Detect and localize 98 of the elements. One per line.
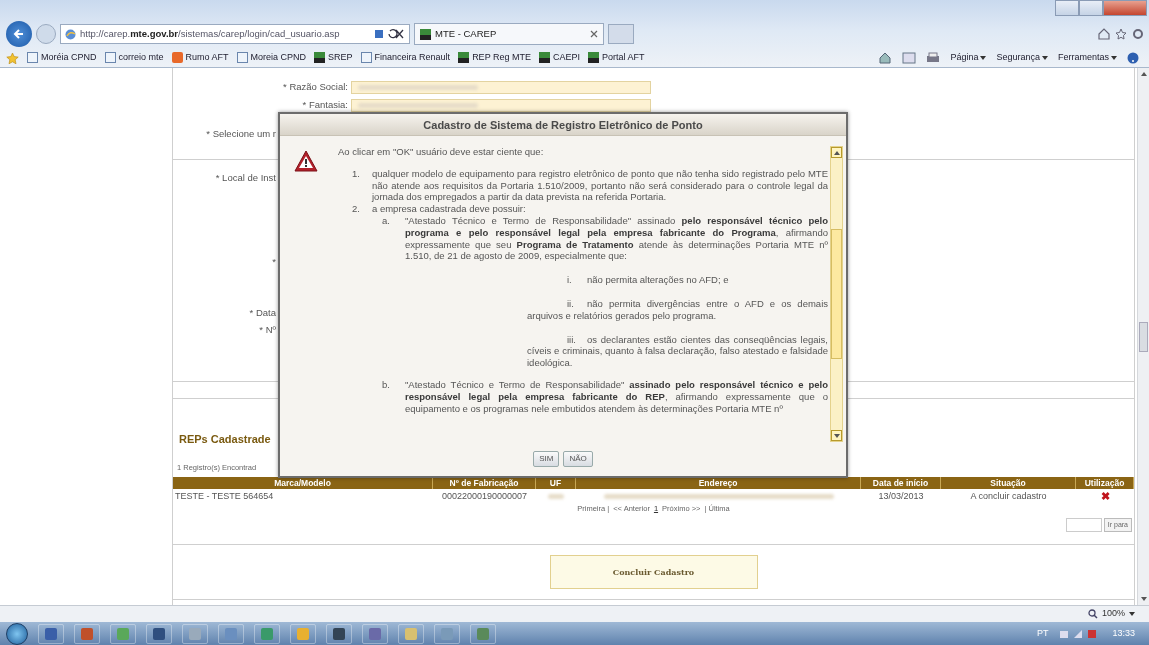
column-header: Utilização — [1076, 476, 1134, 489]
list-marker: b. — [382, 378, 391, 392]
list-marker: 1. — [352, 167, 361, 181]
zoom-icon[interactable] — [1087, 609, 1098, 619]
address-bar[interactable]: http://carep.mte.gov.br/sistemas/carep/login/cad_usuario.asp — [60, 24, 410, 44]
site-icon — [539, 52, 550, 63]
list-item: iii. os declarantes estão cientes das conseqüências legais, cíveis e criminais, quanto à falsa declaração, falso atestado e falsidade ideológica. — [526, 333, 828, 369]
clock: 13:33 — [1112, 626, 1135, 640]
taskbar-app-icon[interactable] — [146, 623, 172, 644]
menu-button[interactable]: Ferramentas — [1057, 50, 1109, 65]
favorite-link[interactable]: REP Reg MTE — [458, 50, 531, 65]
field-label: * Selecione um r — [205, 126, 276, 141]
browser-tab[interactable]: MTE - CAREP — [414, 23, 604, 45]
menu-button[interactable]: Segurança — [996, 50, 1040, 65]
printer-icon[interactable] — [926, 51, 941, 64]
site-icon — [420, 28, 431, 40]
taskbar-app-icon[interactable] — [74, 623, 100, 644]
favorite-link[interactable]: Moréia CPND — [27, 50, 97, 65]
site-icon — [314, 52, 326, 63]
home-icon[interactable] — [1098, 28, 1110, 40]
back-arrow-icon — [13, 28, 25, 40]
input-field[interactable] — [351, 80, 651, 94]
table-cell-text: 00022000190000007 — [440, 489, 529, 503]
globe-icon — [65, 28, 76, 40]
forward-button[interactable] — [36, 24, 56, 44]
scrollbar[interactable] — [1137, 68, 1149, 605]
favorite-link[interactable]: Rumo AFT — [171, 50, 229, 65]
page-input[interactable] — [1065, 518, 1102, 532]
minimize-button[interactable] — [1055, 0, 1079, 16]
list-text: qualquer modelo de equipamento para registro eletrônico de ponto que não tenha sido registrado pelo MTE não atende aos requisitos da Portaria 1.510/2009, portanto não será considerado para o controle legal da jornada dos empregados a partir da data prevista na referida Portaria. — [372, 167, 828, 204]
input-field[interactable] — [351, 98, 651, 112]
table-cell-text: TESTE - TESTE 564654 — [174, 489, 275, 503]
favorite-link[interactable]: Financeira Renault — [360, 50, 451, 65]
field-label: * Data — [248, 305, 276, 320]
close-button[interactable] — [1103, 0, 1147, 16]
tab-title: MTE - CAREP — [435, 26, 498, 41]
table-cell-text: 13/03/2013 — [877, 489, 925, 503]
page-icon — [360, 52, 372, 63]
favorite-link[interactable]: SREP — [314, 50, 353, 65]
close-icon[interactable] — [590, 30, 598, 38]
taskbar-app-icon[interactable] — [38, 623, 64, 644]
start-button[interactable] — [6, 622, 28, 645]
new-tab-button[interactable] — [608, 24, 634, 44]
caret-icon[interactable] — [980, 55, 987, 60]
site-icon — [588, 52, 599, 63]
scroll-up-button[interactable] — [831, 147, 842, 158]
table-cell-text: A concluir cadastro — [969, 489, 1048, 503]
refresh-stop-icon[interactable] — [375, 29, 405, 39]
column-header: Data de início — [861, 476, 941, 489]
square-icon — [171, 52, 183, 63]
taskbar-app-icon[interactable] — [326, 623, 352, 644]
maximize-button[interactable] — [1079, 0, 1103, 16]
field-label: * Local de Inst — [214, 170, 276, 185]
home-icon[interactable] — [878, 51, 893, 64]
list-text: a empresa cadastrada deve possuir: — [372, 203, 527, 215]
scroll-thumb[interactable] — [831, 229, 842, 359]
dialog-intro: Ao clicar em "OK" usuário deve estar ciente que: — [338, 146, 545, 158]
caret-icon[interactable] — [1041, 55, 1048, 60]
favorite-link[interactable]: Moreia CPND — [236, 50, 307, 65]
back-button[interactable] — [6, 21, 32, 47]
scroll-down-button[interactable] — [831, 430, 842, 441]
field-label: * Fantasia: — [301, 97, 348, 112]
caret-icon[interactable] — [1111, 55, 1117, 60]
finish-button[interactable]: Concluir Cadastro — [549, 555, 758, 589]
dialog-button[interactable]: SIM — [533, 451, 560, 467]
dialog-title: Cadastro de Sistema de Registro Eletrônico de Ponto — [280, 114, 846, 136]
list-text: "Atestado Técnico e Termo de Responsabilidade" assinado pelo responsável técnico pelo programa e pelo responsável legal pela empresa fabricante do Programa, afirmando expressamente que seu Programa de Tratamento atende às determinações Portaria MTE nº 1.510, de 21 de agosto de 2009, especialmente que: — [405, 215, 828, 263]
caret-icon[interactable] — [1129, 612, 1135, 616]
field-label: * Nº — [258, 322, 276, 337]
list-marker: 2. — [352, 203, 361, 215]
section-title: REPs Cadastrade — [178, 432, 271, 447]
favorites-star-icon[interactable] — [6, 51, 19, 64]
favorite-link[interactable]: Portal AFT — [588, 50, 645, 65]
page-icon — [27, 52, 38, 63]
list-item: i. não permita alterações no AFD; e — [566, 274, 730, 286]
field-label: * Razão Social: — [282, 79, 348, 94]
column-header: Situação — [941, 476, 1076, 489]
favorite-link[interactable]: CAEPI — [539, 50, 580, 65]
list-text: "Atestado Técnico e Termo de Responsabilidade" assinado pelo responsável técnico e pelo responsável legal pela empresa fabricante do REP, afirmando expressamente que o equipamento e os programas nele embutidos atendem às determinações Portaria MTE nº — [405, 378, 828, 415]
star-icon[interactable] — [1115, 28, 1127, 40]
dialog-button[interactable]: NÃO — [563, 451, 593, 467]
page-icon — [236, 52, 248, 63]
blurred-text — [548, 493, 564, 499]
favorite-link[interactable]: correio mte — [104, 50, 164, 65]
zoom-level[interactable]: 100% — [1101, 607, 1125, 621]
menu-button[interactable]: Página — [950, 50, 979, 65]
delete-button[interactable]: ✖ — [1100, 489, 1110, 502]
column-header: Marca/Modelo — [173, 476, 433, 489]
url-text: http://carep.mte.gov.br/sistemas/carep/login/cad_usuario.asp — [80, 26, 341, 41]
warning-icon — [294, 150, 318, 172]
taskbar-app-icon[interactable] — [362, 623, 388, 644]
page-icon — [104, 52, 116, 63]
list-marker: a. — [382, 215, 391, 228]
field-label: * — [271, 254, 276, 269]
list-item: ii. não permita divergências entre o AFD e os demais arquivos e relatórios gerados pelo programa. — [526, 297, 828, 322]
help-icon[interactable] — [1127, 51, 1139, 64]
scrollbar[interactable] — [830, 146, 843, 442]
site-icon — [458, 52, 470, 63]
